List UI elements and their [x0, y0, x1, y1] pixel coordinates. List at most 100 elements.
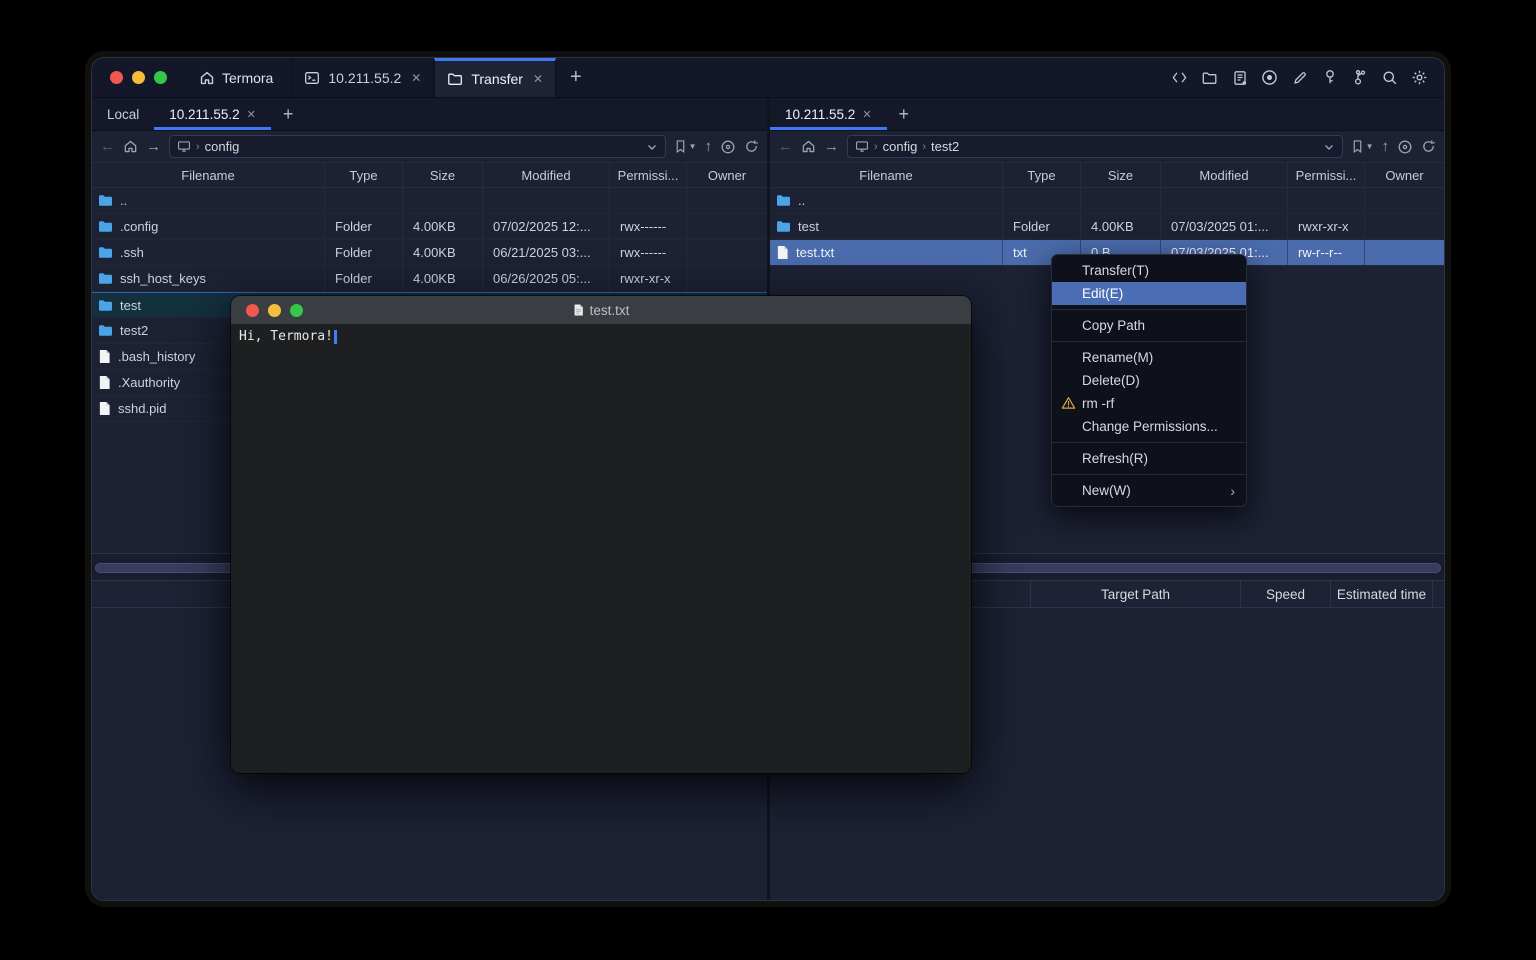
back-icon[interactable]: ← [100, 138, 115, 155]
edit-pencil-icon[interactable] [1291, 69, 1308, 86]
path-field[interactable]: › config › test2 [847, 135, 1343, 158]
minimize-window-button[interactable] [132, 71, 145, 84]
new-panel-tab-button[interactable]: + [271, 98, 306, 130]
folder-icon [98, 299, 113, 312]
path-separator: › [196, 141, 200, 153]
table-row[interactable]: test Folder 4.00KB 07/03/2025 01:... rwx… [770, 214, 1444, 240]
file-table-header: Filename Type Size Modified Permissi... … [770, 162, 1444, 188]
refresh-icon[interactable] [744, 139, 759, 154]
panel-tab-label: 10.211.55.2 [169, 107, 239, 122]
keychain-icon[interactable] [1351, 69, 1368, 86]
column-header[interactable]: Type [1003, 163, 1081, 187]
zoom-window-button[interactable] [154, 71, 167, 84]
menu-item-rm-rf[interactable]: rm -rf [1052, 392, 1246, 415]
column-header[interactable]: Estimated time [1330, 581, 1432, 607]
column-header[interactable]: Target Path [1030, 581, 1240, 607]
tab-transfer[interactable]: Transfer ✕ [434, 58, 556, 97]
home-icon[interactable] [801, 139, 816, 154]
close-tab-icon[interactable]: ✕ [411, 71, 421, 85]
editor-text: Hi, Termora! [239, 329, 333, 344]
folder-icon [98, 246, 113, 259]
filename: .ssh [120, 245, 144, 260]
bookmark-dropdown-icon[interactable]: ▼ [1366, 142, 1374, 151]
up-directory-icon[interactable]: ↑ [705, 138, 713, 155]
back-icon[interactable]: ← [778, 138, 793, 155]
chevron-down-icon[interactable] [646, 141, 658, 153]
folder-icon [98, 272, 113, 285]
record-macro-icon[interactable] [1261, 69, 1278, 86]
menu-separator [1052, 474, 1246, 475]
panel-tab-remote[interactable]: 10.211.55.2 ✕ [154, 98, 271, 130]
menu-item-delete[interactable]: Delete(D) [1052, 369, 1246, 392]
home-icon[interactable] [123, 139, 138, 154]
filename: .Xauthority [118, 375, 180, 390]
computer-icon [177, 140, 191, 153]
file-icon [776, 245, 789, 260]
menu-item-new[interactable]: New(W) › [1052, 479, 1246, 502]
filename: .config [120, 219, 158, 234]
refresh-icon[interactable] [1421, 139, 1436, 154]
table-row[interactable]: ssh_host_keys Folder 4.00KB 06/26/2025 0… [92, 266, 767, 292]
column-header[interactable]: Modified [1161, 163, 1288, 187]
up-directory-icon[interactable]: ↑ [1382, 138, 1390, 155]
table-row[interactable]: .config Folder 4.00KB 07/02/2025 12:... … [92, 214, 767, 240]
column-header[interactable]: Speed [1240, 581, 1330, 607]
menu-item-refresh[interactable]: Refresh(R) [1052, 447, 1246, 470]
column-header[interactable]: Filename [770, 163, 1003, 187]
menu-item-transfer[interactable]: Transfer(T) [1052, 259, 1246, 282]
app-home-tab[interactable]: Termora [181, 58, 291, 97]
column-header[interactable]: Filename [92, 163, 325, 187]
editor-title: test.txt [231, 303, 971, 318]
path-segment[interactable]: config [883, 139, 918, 154]
search-icon[interactable] [1381, 69, 1398, 86]
tab-ssh-session[interactable]: 10.211.55.2 ✕ [291, 58, 434, 97]
settings-gear-icon[interactable] [1411, 69, 1428, 86]
folder-icon[interactable] [1201, 69, 1218, 86]
close-tab-icon[interactable]: ✕ [862, 108, 871, 121]
forward-icon[interactable]: → [146, 138, 161, 155]
new-panel-tab-button[interactable]: + [887, 98, 922, 130]
column-header[interactable]: Owner [1365, 163, 1444, 187]
table-row[interactable]: .. [92, 188, 767, 214]
menu-item-rename[interactable]: Rename(M) [1052, 346, 1246, 369]
table-row[interactable]: .ssh Folder 4.00KB 06/21/2025 03:... rwx… [92, 240, 767, 266]
new-tab-button[interactable]: + [556, 58, 596, 97]
path-field[interactable]: › config [169, 135, 666, 158]
path-segment[interactable]: config [205, 139, 240, 154]
close-tab-icon[interactable]: ✕ [247, 108, 256, 121]
bookmark-button[interactable]: ▼ [674, 139, 697, 154]
column-header[interactable]: Size [1081, 163, 1161, 187]
menu-item-edit[interactable]: Edit(E) [1052, 282, 1246, 305]
file-icon [98, 375, 111, 390]
editor-titlebar[interactable]: test.txt [231, 296, 971, 324]
show-hidden-files-icon[interactable] [1397, 139, 1413, 155]
menu-item-copy-path[interactable]: Copy Path [1052, 314, 1246, 337]
path-segment[interactable]: test2 [931, 139, 959, 154]
column-header[interactable]: Size [403, 163, 483, 187]
panel-tab-local[interactable]: Local [92, 98, 154, 130]
column-header[interactable]: Owner [687, 163, 767, 187]
chevron-down-icon[interactable] [1323, 141, 1335, 153]
close-tab-icon[interactable]: ✕ [533, 72, 543, 86]
bookmark-button[interactable]: ▼ [1351, 139, 1374, 154]
warning-icon [1061, 396, 1076, 410]
tab-label: 10.211.55.2 [328, 70, 401, 86]
column-header[interactable]: Type [325, 163, 403, 187]
forward-icon[interactable]: → [824, 138, 839, 155]
column-header[interactable]: Permissi... [1288, 163, 1365, 187]
log-viewer-icon[interactable] [1231, 69, 1248, 86]
column-header[interactable]: Permissi... [610, 163, 687, 187]
panel-tab-remote[interactable]: 10.211.55.2 ✕ [770, 98, 887, 130]
bookmark-dropdown-icon[interactable]: ▼ [689, 142, 697, 151]
key-icon[interactable] [1321, 69, 1338, 86]
table-row[interactable]: .. [770, 188, 1444, 214]
code-snippets-icon[interactable] [1171, 69, 1188, 86]
editor-content[interactable]: Hi, Termora! [231, 324, 971, 773]
document-icon [573, 303, 584, 317]
close-window-button[interactable] [110, 71, 123, 84]
show-hidden-files-icon[interactable] [720, 139, 736, 155]
folder-icon [447, 71, 463, 87]
menu-item-change-permissions[interactable]: Change Permissions... [1052, 415, 1246, 438]
column-header[interactable]: Modified [483, 163, 610, 187]
column-header [1432, 581, 1444, 607]
